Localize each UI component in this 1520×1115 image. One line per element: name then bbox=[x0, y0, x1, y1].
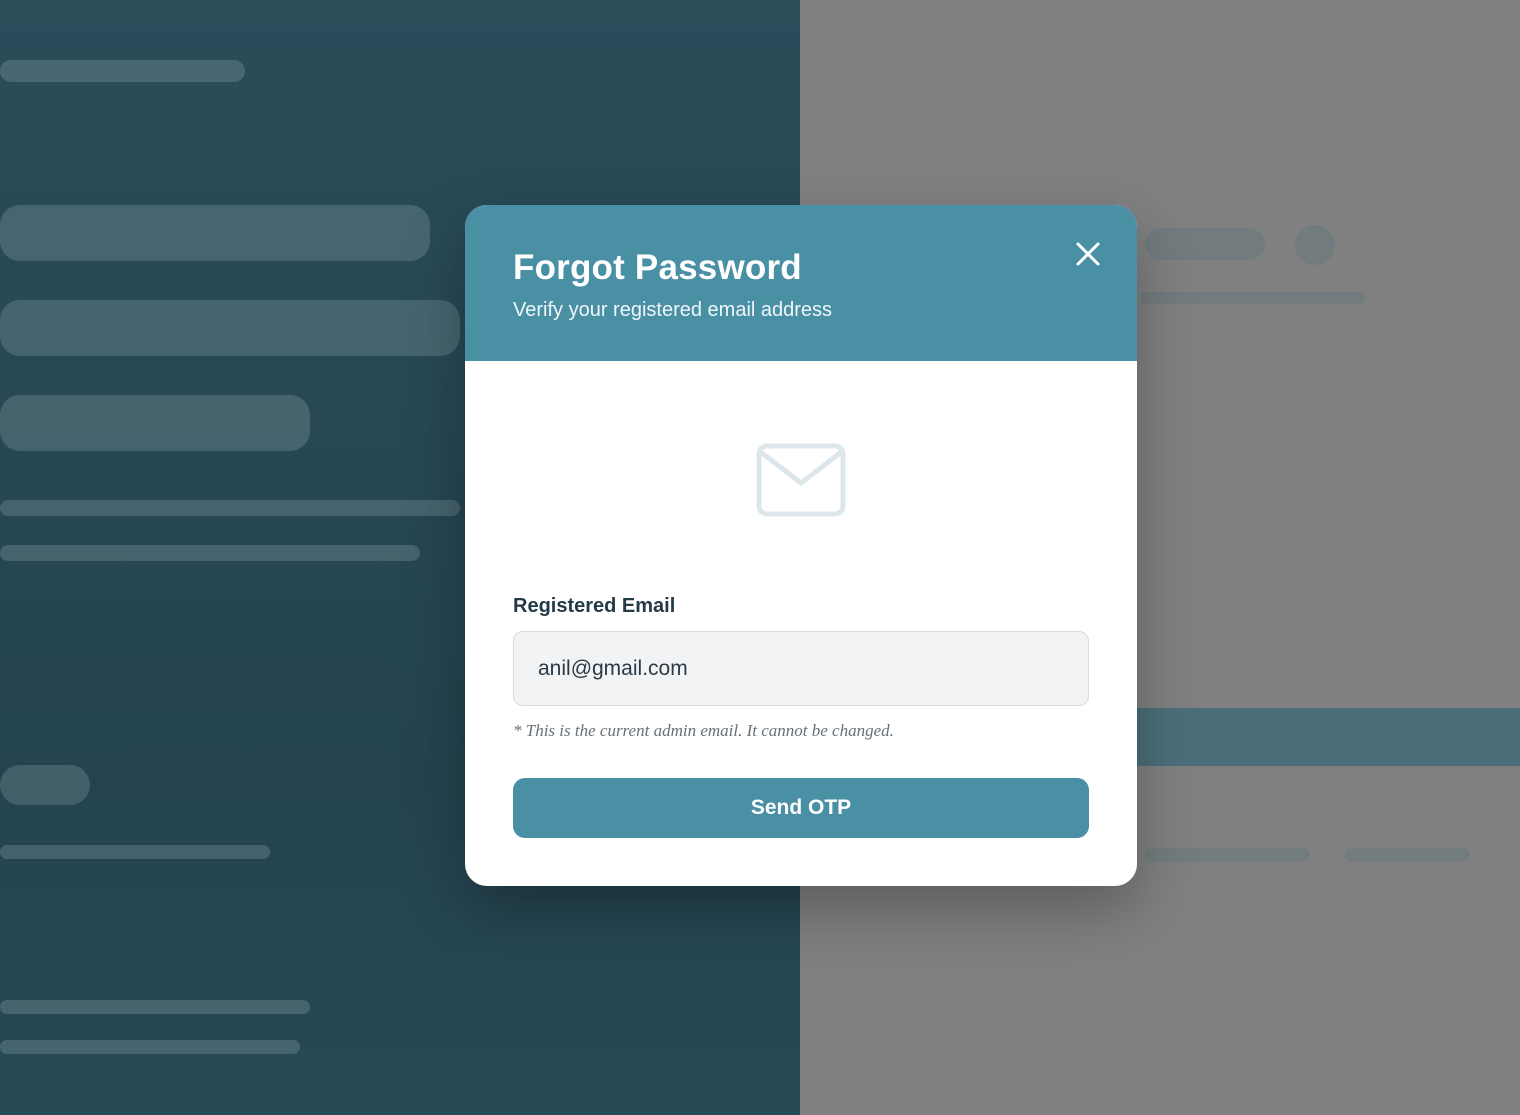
modal-title: Forgot Password bbox=[513, 248, 802, 287]
blurred-text-line bbox=[0, 1040, 300, 1054]
blurred-link bbox=[1345, 848, 1470, 862]
blurred-stat bbox=[0, 765, 90, 805]
blurred-text-line bbox=[0, 845, 270, 859]
blurred-heading-line bbox=[0, 300, 460, 356]
email-hint: * This is the current admin email. It ca… bbox=[513, 721, 894, 740]
blurred-link bbox=[1145, 848, 1310, 862]
blurred-heading-line bbox=[0, 205, 430, 261]
blurred-button bbox=[1137, 708, 1520, 766]
close-icon[interactable] bbox=[1073, 239, 1103, 269]
blurred-title bbox=[1145, 228, 1265, 260]
modal-header: Forgot Password Verify your registered e… bbox=[465, 205, 1137, 361]
blurred-text-line bbox=[0, 500, 460, 516]
blurred-text-line bbox=[0, 1000, 310, 1014]
forgot-password-modal: Forgot Password Verify your registered e… bbox=[465, 205, 1137, 886]
email-label: Registered Email bbox=[513, 595, 676, 617]
modal-subtitle: Verify your registered email address bbox=[513, 299, 833, 321]
mail-icon bbox=[756, 443, 846, 517]
blurred-logo bbox=[0, 60, 245, 82]
email-field[interactable] bbox=[513, 631, 1089, 706]
blurred-text-line bbox=[0, 545, 420, 561]
blurred-text-line bbox=[1140, 292, 1365, 304]
send-otp-button[interactable]: Send OTP bbox=[513, 778, 1089, 838]
blurred-heading-line bbox=[0, 395, 310, 451]
blurred-badge bbox=[1295, 225, 1335, 265]
modal-body: Registered Email * This is the current a… bbox=[465, 443, 1137, 838]
